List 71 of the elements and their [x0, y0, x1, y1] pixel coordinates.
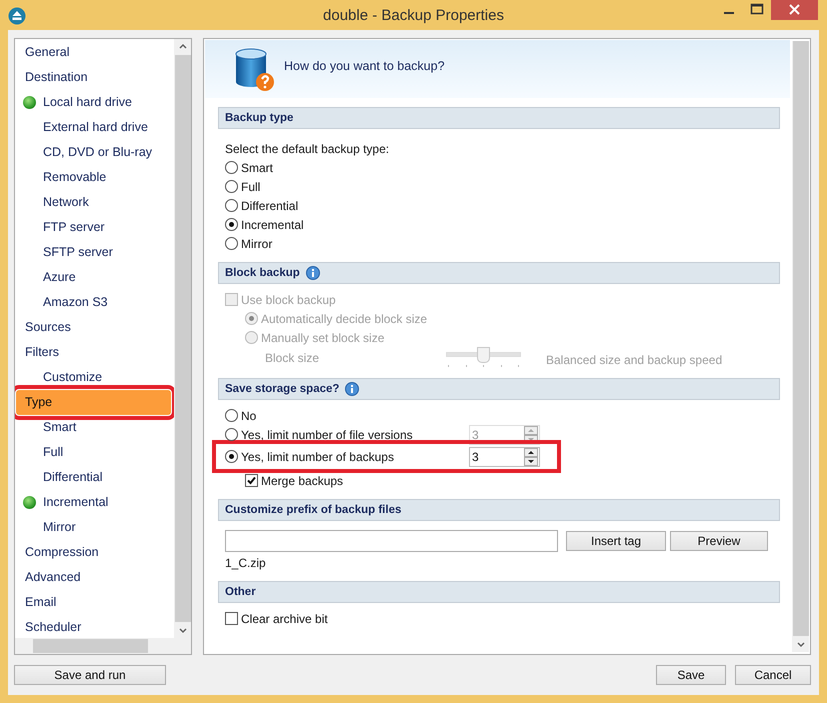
- checkbox[interactable]: Clear archive bit: [225, 612, 328, 626]
- radio-button[interactable]: Mirror: [225, 236, 272, 250]
- sidebar-item[interactable]: Customize: [16, 365, 171, 390]
- input-field[interactable]: [225, 530, 558, 552]
- sidebar-item[interactable]: FTP server: [16, 215, 171, 240]
- checkmark-icon: [246, 475, 257, 486]
- save-and-run-button[interactable]: Save and run: [14, 665, 166, 685]
- radio-button[interactable]: Smart: [225, 160, 274, 174]
- checkbox[interactable]: Merge backups: [245, 474, 344, 488]
- radio-button[interactable]: Yes, limit number of file versions: [225, 428, 469, 442]
- section-title: Backup type: [225, 112, 294, 124]
- sidebar-item[interactable]: Removable: [16, 165, 171, 190]
- sidebar-item[interactable]: Type: [16, 390, 171, 415]
- sidebar-item[interactable]: Differential: [16, 465, 171, 490]
- close-icon[interactable]: [771, 0, 818, 20]
- radio-indicator[interactable]: [225, 161, 238, 174]
- sidebar-item[interactable]: External hard drive: [16, 115, 171, 140]
- scrollbar[interactable]: [174, 39, 191, 638]
- radio-indicator[interactable]: [225, 409, 238, 422]
- sidebar-item[interactable]: Smart: [16, 415, 171, 440]
- header-title: How do you want to backup?: [284, 59, 445, 73]
- sidebar-item[interactable]: Compression: [16, 540, 171, 565]
- sidebar-item[interactable]: Incremental: [16, 490, 171, 515]
- radio-indicator[interactable]: [225, 218, 238, 231]
- window-title: double - Backup Properties: [322, 7, 505, 24]
- sidebar-item[interactable]: Azure: [16, 265, 171, 290]
- radio-indicator[interactable]: [225, 428, 238, 441]
- section-title: Block backup: [225, 267, 300, 279]
- dialog-button[interactable]: Preview: [670, 531, 768, 551]
- dialog-button[interactable]: Save: [656, 665, 726, 685]
- description-text: 1_C.zip: [225, 556, 266, 570]
- sidebar-item[interactable]: General: [16, 40, 171, 65]
- sidebar-item[interactable]: Email: [16, 590, 171, 615]
- section-title: Other: [225, 586, 256, 598]
- sidebar-item[interactable]: Advanced: [16, 565, 171, 590]
- radio-button[interactable]: Yes, limit number of backups: [225, 450, 469, 464]
- section-title: Save storage space?: [225, 383, 340, 395]
- sidebar-item[interactable]: Sources: [16, 315, 171, 340]
- radio-indicator[interactable]: [225, 450, 238, 463]
- scroll-up-icon[interactable]: [175, 39, 191, 55]
- slider-reading: Balanced size and backup speed: [546, 353, 722, 367]
- eject-icon: [8, 7, 26, 25]
- sidebar-item[interactable]: SFTP server: [16, 240, 171, 265]
- info-icon[interactable]: [306, 266, 320, 280]
- dialog-button[interactable]: Cancel: [735, 665, 811, 685]
- scroll-down-icon[interactable]: [175, 622, 191, 638]
- radio-button[interactable]: Full: [225, 180, 260, 194]
- number-spinner[interactable]: 3: [469, 446, 540, 466]
- slider-label: Block size: [265, 351, 320, 365]
- radio-button[interactable]: Incremental: [225, 218, 304, 232]
- section-title: Customize prefix of backup files: [225, 504, 402, 516]
- sidebar-item[interactable]: Scheduler: [16, 615, 171, 638]
- sidebar-item[interactable]: Network: [16, 190, 171, 215]
- sidebar-item[interactable]: Local hard drive: [16, 90, 171, 115]
- sidebar-item[interactable]: Destination: [16, 65, 171, 90]
- dialog-button[interactable]: Insert tag: [566, 531, 666, 551]
- sidebar-item[interactable]: CD, DVD or Blu-ray: [16, 140, 171, 165]
- radio-indicator[interactable]: [225, 180, 238, 193]
- description-text: Select the default backup type:: [225, 142, 390, 156]
- info-icon[interactable]: [345, 382, 360, 396]
- radio-button[interactable]: No: [225, 408, 256, 422]
- sidebar-item[interactable]: Filters: [16, 340, 171, 365]
- sidebar-item[interactable]: Amazon S3: [16, 290, 171, 315]
- scroll-down-icon[interactable]: [793, 636, 809, 652]
- radio-indicator[interactable]: [225, 237, 238, 250]
- radio-button[interactable]: Differential: [225, 198, 298, 212]
- sidebar-item[interactable]: Mirror: [16, 515, 171, 540]
- radio-indicator[interactable]: [225, 199, 238, 212]
- scrollbar[interactable]: [792, 41, 809, 652]
- sidebar-item[interactable]: Full: [16, 440, 171, 465]
- scrollbar[interactable]: [15, 638, 191, 654]
